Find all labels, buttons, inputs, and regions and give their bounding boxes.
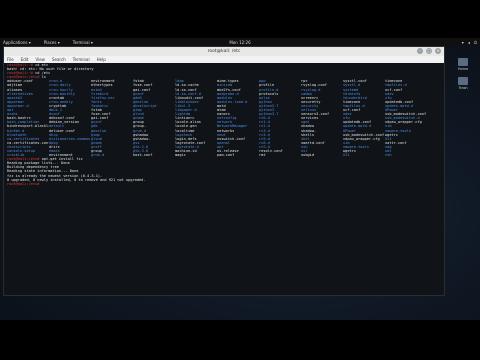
desktop-icons: Home Trash: [448, 58, 478, 96]
minimize-icon[interactable]: –: [417, 48, 423, 54]
ls-entry: grub.d: [91, 153, 104, 158]
network-icon: ▾: [461, 39, 464, 45]
ls-entry: host.conf: [133, 153, 153, 158]
menu-terminal[interactable]: Terminal: [73, 57, 90, 62]
menu-search[interactable]: Search: [52, 57, 66, 62]
maximize-icon[interactable]: □: [426, 48, 432, 54]
volume-icon: ◂: [467, 39, 470, 45]
folder-icon: [458, 58, 468, 66]
menu-view[interactable]: View: [35, 57, 45, 62]
desktop-item-home[interactable]: Home: [448, 58, 478, 71]
desktop-item-trash[interactable]: Trash: [448, 77, 478, 90]
terminal-post-output[interactable]: root@kali:/etc# apt-get install fzz Readi…: [4, 157, 444, 186]
ls-entry: pam.conf: [217, 153, 235, 158]
menu-file[interactable]: File: [7, 57, 14, 62]
ls-listing: adduser.conf cron.d environment fstab ldap mi…: [4, 79, 444, 157]
ls-entry: X11: [343, 153, 350, 158]
terminal-pre-output: root@kali:~# cd etc bash: cd: etc: No suc…: [4, 63, 444, 79]
menu-help[interactable]: Help: [97, 57, 106, 62]
close-icon[interactable]: ×: [435, 48, 441, 54]
menu-edit[interactable]: Edit: [21, 57, 29, 62]
terminal-menubar: File Edit View Search Terminal Help: [4, 56, 444, 63]
power-icon: ⏻: [473, 39, 477, 45]
top-panel: Applications ▾ Places ▾ Terminal ▾ Mon 1…: [0, 38, 480, 46]
ls-entry: zsh: [385, 153, 392, 158]
window-title: root@kali: /etc: [207, 49, 241, 54]
terminal-line: root@kali:/etc#: [7, 182, 441, 186]
shell-prompt: root@kali:/etc#: [7, 181, 42, 186]
clock[interactable]: Mon 12:26: [0, 40, 480, 45]
trash-icon: [458, 77, 468, 85]
terminal-window[interactable]: root@kali: /etc – □ × File Edit View Sea…: [3, 46, 445, 296]
terminal-titlebar[interactable]: root@kali: /etc – □ ×: [4, 47, 444, 56]
ls-entry: magic: [175, 153, 186, 158]
desktop-screen: Applications ▾ Places ▾ Terminal ▾ Mon 1…: [0, 38, 480, 320]
ls-entry: rmt: [259, 153, 266, 158]
system-tray[interactable]: ▾ ◂ ⏻: [462, 40, 477, 45]
ls-entry: subgid: [301, 153, 314, 158]
